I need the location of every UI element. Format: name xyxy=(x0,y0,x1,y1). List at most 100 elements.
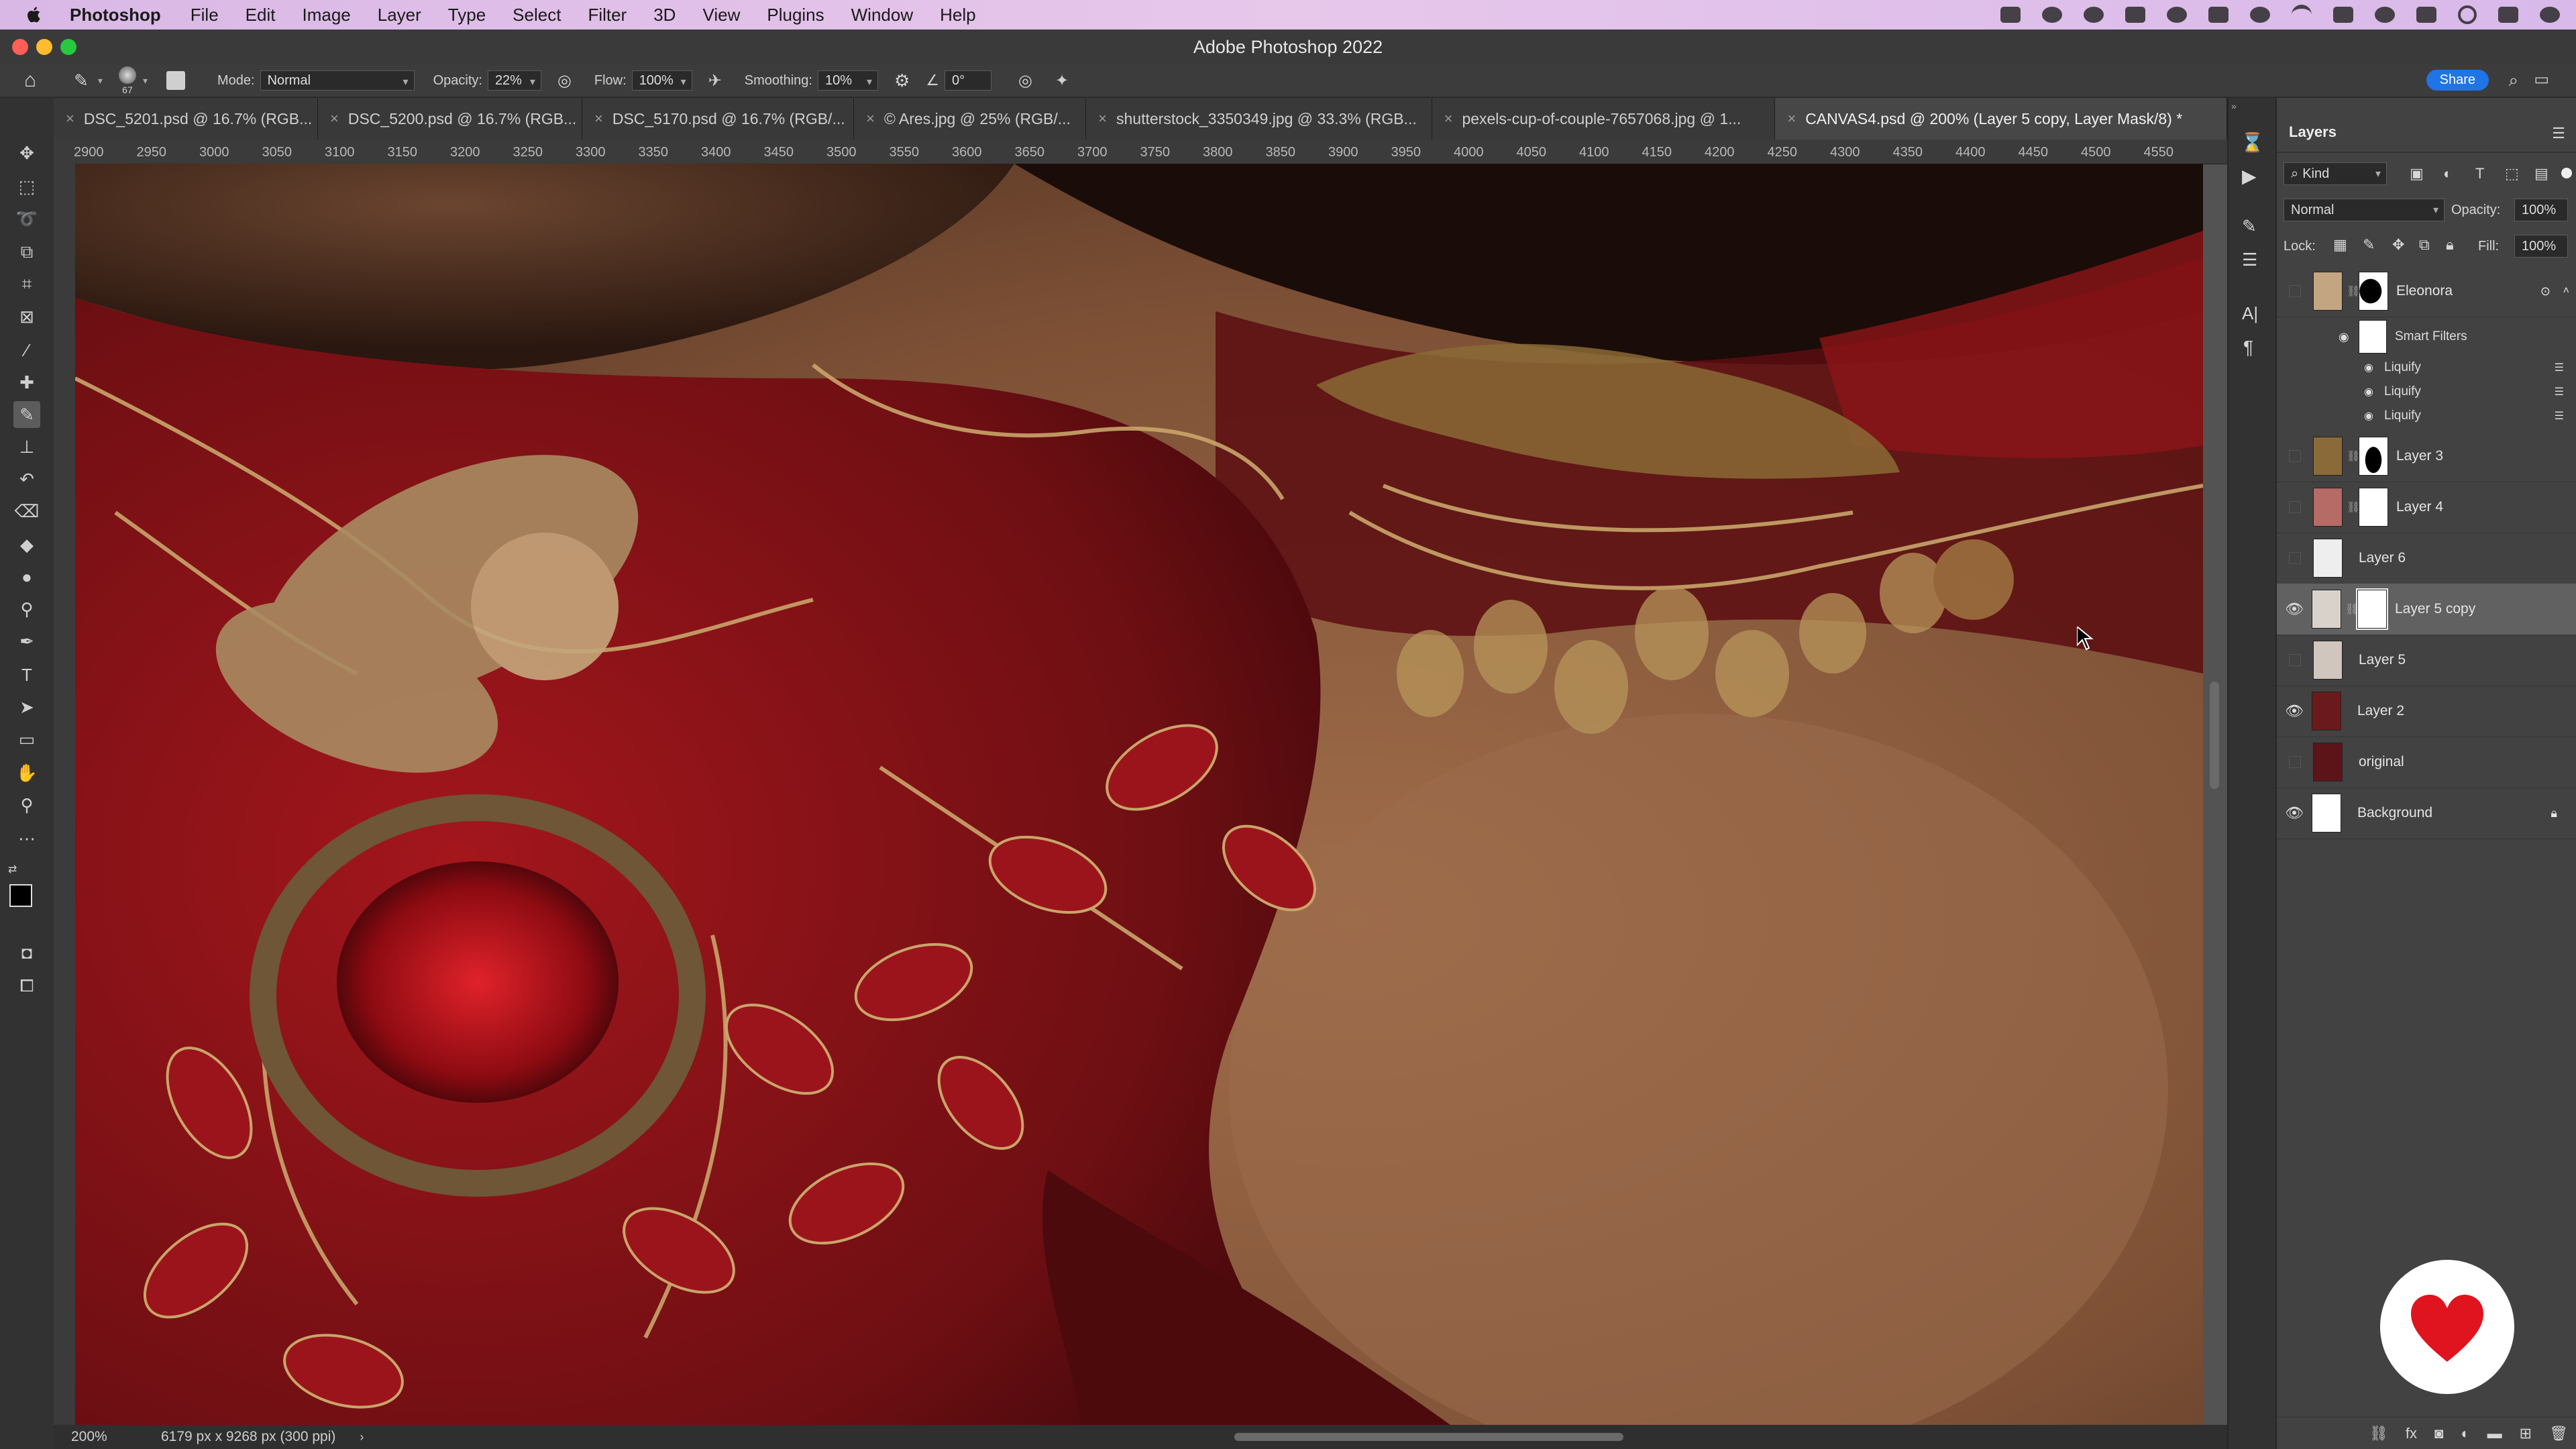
layer-row-layer-5-copy[interactable]: 👁︎ ⛓ Layer 5 copy xyxy=(2277,584,2576,635)
chevron-up-icon[interactable]: ˄ xyxy=(2563,285,2569,297)
lock-transparent-icon[interactable]: ▦ xyxy=(2333,236,2347,254)
close-window-button[interactable] xyxy=(12,39,28,55)
filter-adjust-icon[interactable]: ◐ xyxy=(2443,165,2452,182)
close-tab-icon[interactable]: × xyxy=(866,110,875,127)
user-icon[interactable] xyxy=(2375,7,2395,23)
tab-dsc5201[interactable]: × DSC_5201.psd @ 16.7% (RGB... xyxy=(54,98,318,140)
pressure-size-icon[interactable]: ◎ xyxy=(1018,71,1032,91)
smart-filter-liquify-1[interactable]: ◉ Liquify ☰ xyxy=(2277,356,2576,380)
brush-preset-picker[interactable]: 67 xyxy=(118,66,136,95)
smart-filter-liquify-2[interactable]: ◉ Liquify ☰ xyxy=(2277,380,2576,404)
lasso-tool-icon[interactable]: ➰ xyxy=(13,205,40,232)
opacity-field[interactable]: 22% ▾ xyxy=(487,70,541,91)
document-canvas[interactable] xyxy=(75,164,2203,1425)
share-button[interactable]: Share xyxy=(2426,70,2489,91)
control-center-icon[interactable] xyxy=(2498,7,2518,23)
zoom-level[interactable]: 200% xyxy=(71,1429,145,1445)
home-icon[interactable]: ⌂ xyxy=(24,69,36,92)
filter-shape-icon[interactable]: ⬚ xyxy=(2505,165,2519,182)
close-tab-icon[interactable]: × xyxy=(1787,110,1796,127)
filter-options-icon[interactable]: ☰ xyxy=(2555,385,2564,398)
smoothing-field[interactable]: 10% ▾ xyxy=(817,70,878,91)
filter-smart-icon[interactable]: ▤ xyxy=(2534,165,2548,182)
menu-app-name[interactable]: Photoshop xyxy=(70,5,161,25)
chevron-down-icon[interactable]: ▾ xyxy=(98,75,103,87)
layer-mask-thumbnail[interactable] xyxy=(2359,272,2388,311)
visibility-toggle[interactable] xyxy=(2289,552,2301,564)
app-status-icon[interactable] xyxy=(2125,7,2145,23)
close-tab-icon[interactable]: × xyxy=(66,110,74,127)
search-icon[interactable] xyxy=(2458,5,2477,24)
tab-dsc5170[interactable]: × DSC_5170.psd @ 16.7% (RGB/... xyxy=(582,98,854,140)
close-tab-icon[interactable]: × xyxy=(1444,110,1453,127)
object-select-tool-icon[interactable]: ⧉ xyxy=(13,239,40,266)
menu-layer[interactable]: Layer xyxy=(378,5,421,25)
symmetry-icon[interactable]: ✦ xyxy=(1055,71,1069,91)
tab-shutterstock[interactable]: × shutterstock_3350349.jpg @ 33.3% (RGB..… xyxy=(1086,98,1432,140)
brush-tool-icon[interactable]: ✎ xyxy=(74,70,89,91)
menu-window[interactable]: Window xyxy=(851,5,913,25)
paragraph-icon[interactable]: ¶ xyxy=(2243,337,2253,358)
filter-options-icon[interactable]: ☰ xyxy=(2555,409,2564,423)
layer-row-layer-2[interactable]: 👁︎ Layer 2 xyxy=(2277,686,2576,737)
filter-pixel-icon[interactable]: ▣ xyxy=(2410,165,2424,182)
frame-tool-icon[interactable]: ⊠ xyxy=(13,303,40,330)
eye-icon[interactable]: 👁︎ xyxy=(2277,600,2312,618)
actions-play-icon[interactable]: ▶ xyxy=(2242,165,2257,187)
adjustments-icon[interactable]: ☰ xyxy=(2242,250,2257,270)
lock-pixels-icon[interactable]: ✎ xyxy=(2363,236,2375,254)
layer-mask-thumbnail[interactable] xyxy=(2356,588,2388,630)
fx-icon[interactable]: fx xyxy=(2406,1425,2417,1442)
minimize-window-button[interactable] xyxy=(36,39,52,55)
pen-tool-icon[interactable]: ✒ xyxy=(13,628,40,655)
add-mask-icon[interactable]: ◙ xyxy=(2434,1425,2443,1442)
airbrush-icon[interactable]: ✈ xyxy=(708,71,722,91)
gear-icon[interactable]: ⚙ xyxy=(894,70,910,91)
menu-view[interactable]: View xyxy=(702,5,740,25)
brush-settings-icon[interactable] xyxy=(166,71,185,90)
close-tab-icon[interactable]: × xyxy=(330,110,339,127)
angle-field[interactable]: 0° xyxy=(945,70,992,91)
layer-filter-select[interactable]: ⌕ Kind ▾ xyxy=(2284,162,2387,185)
layer-row-layer-6[interactable]: Layer 6 xyxy=(2277,533,2576,584)
zoom-window-button[interactable] xyxy=(60,39,76,55)
tab-pexels[interactable]: × pexels-cup-of-couple-7657068.jpg @ 1... xyxy=(1432,98,1776,140)
character-icon[interactable]: A| xyxy=(2242,303,2258,324)
flow-field[interactable]: 100% ▾ xyxy=(631,70,692,91)
crop-tool-icon[interactable]: ⌗ xyxy=(13,271,40,298)
visibility-toggle[interactable] xyxy=(2289,654,2301,666)
moon-icon[interactable] xyxy=(2250,7,2270,23)
search-icon[interactable]: ⌕ xyxy=(2508,70,2518,91)
layer-row-layer-3[interactable]: ⛓ Layer 3 xyxy=(2277,431,2576,482)
eyedropper-tool-icon[interactable]: ⁄ xyxy=(13,337,40,364)
smart-filter-liquify-3[interactable]: ◉ Liquify ☰ xyxy=(2277,404,2576,428)
link-layers-icon[interactable]: ⛓ xyxy=(2369,1425,2388,1442)
info-icon[interactable] xyxy=(2540,7,2560,23)
hand-tool-icon[interactable]: ✋ xyxy=(13,759,40,786)
visibility-eye-icon[interactable]: ◉ xyxy=(2339,330,2359,344)
brush-tool-icon[interactable]: ✎ xyxy=(13,401,40,428)
layer-mask-thumbnail[interactable] xyxy=(2359,488,2388,527)
visibility-toggle[interactable] xyxy=(2289,756,2301,768)
filter-toggle[interactable] xyxy=(2561,168,2572,178)
new-layer-icon[interactable]: ⊞ xyxy=(2520,1425,2532,1442)
layer-row-eleonora[interactable]: ⛓ Eleonora ⊙ ˄ xyxy=(2277,266,2576,317)
tab-canvas4[interactable]: × CANVAS4.psd @ 200% (Layer 5 copy, Layer… xyxy=(1775,98,2228,140)
layer-mask-thumbnail[interactable] xyxy=(2359,437,2388,476)
menu-help[interactable]: Help xyxy=(940,5,975,25)
smart-filter-mask[interactable] xyxy=(2359,320,2387,354)
more-tools-icon[interactable]: ⋯ xyxy=(13,825,40,852)
new-group-icon[interactable]: ▬ xyxy=(2487,1425,2502,1442)
dodge-tool-icon[interactable]: ⚲ xyxy=(13,596,40,623)
layer-opacity-field[interactable]: 100% xyxy=(2514,199,2568,221)
visibility-toggle[interactable] xyxy=(2289,450,2301,462)
agent-icon[interactable] xyxy=(2208,7,2229,23)
type-tool-icon[interactable]: T xyxy=(13,661,40,688)
pressure-opacity-icon[interactable]: ◎ xyxy=(557,71,572,91)
creative-cloud-icon[interactable] xyxy=(2042,7,2062,23)
layer-row-background[interactable]: 👁︎ Background 🔒︎ xyxy=(2277,788,2576,839)
eye-icon[interactable]: 👁︎ xyxy=(2277,804,2312,822)
rectangle-tool-icon[interactable]: ▭ xyxy=(13,726,40,753)
marquee-tool-icon[interactable]: ⬚ xyxy=(13,173,40,200)
foreground-color-swatch[interactable] xyxy=(9,884,32,907)
